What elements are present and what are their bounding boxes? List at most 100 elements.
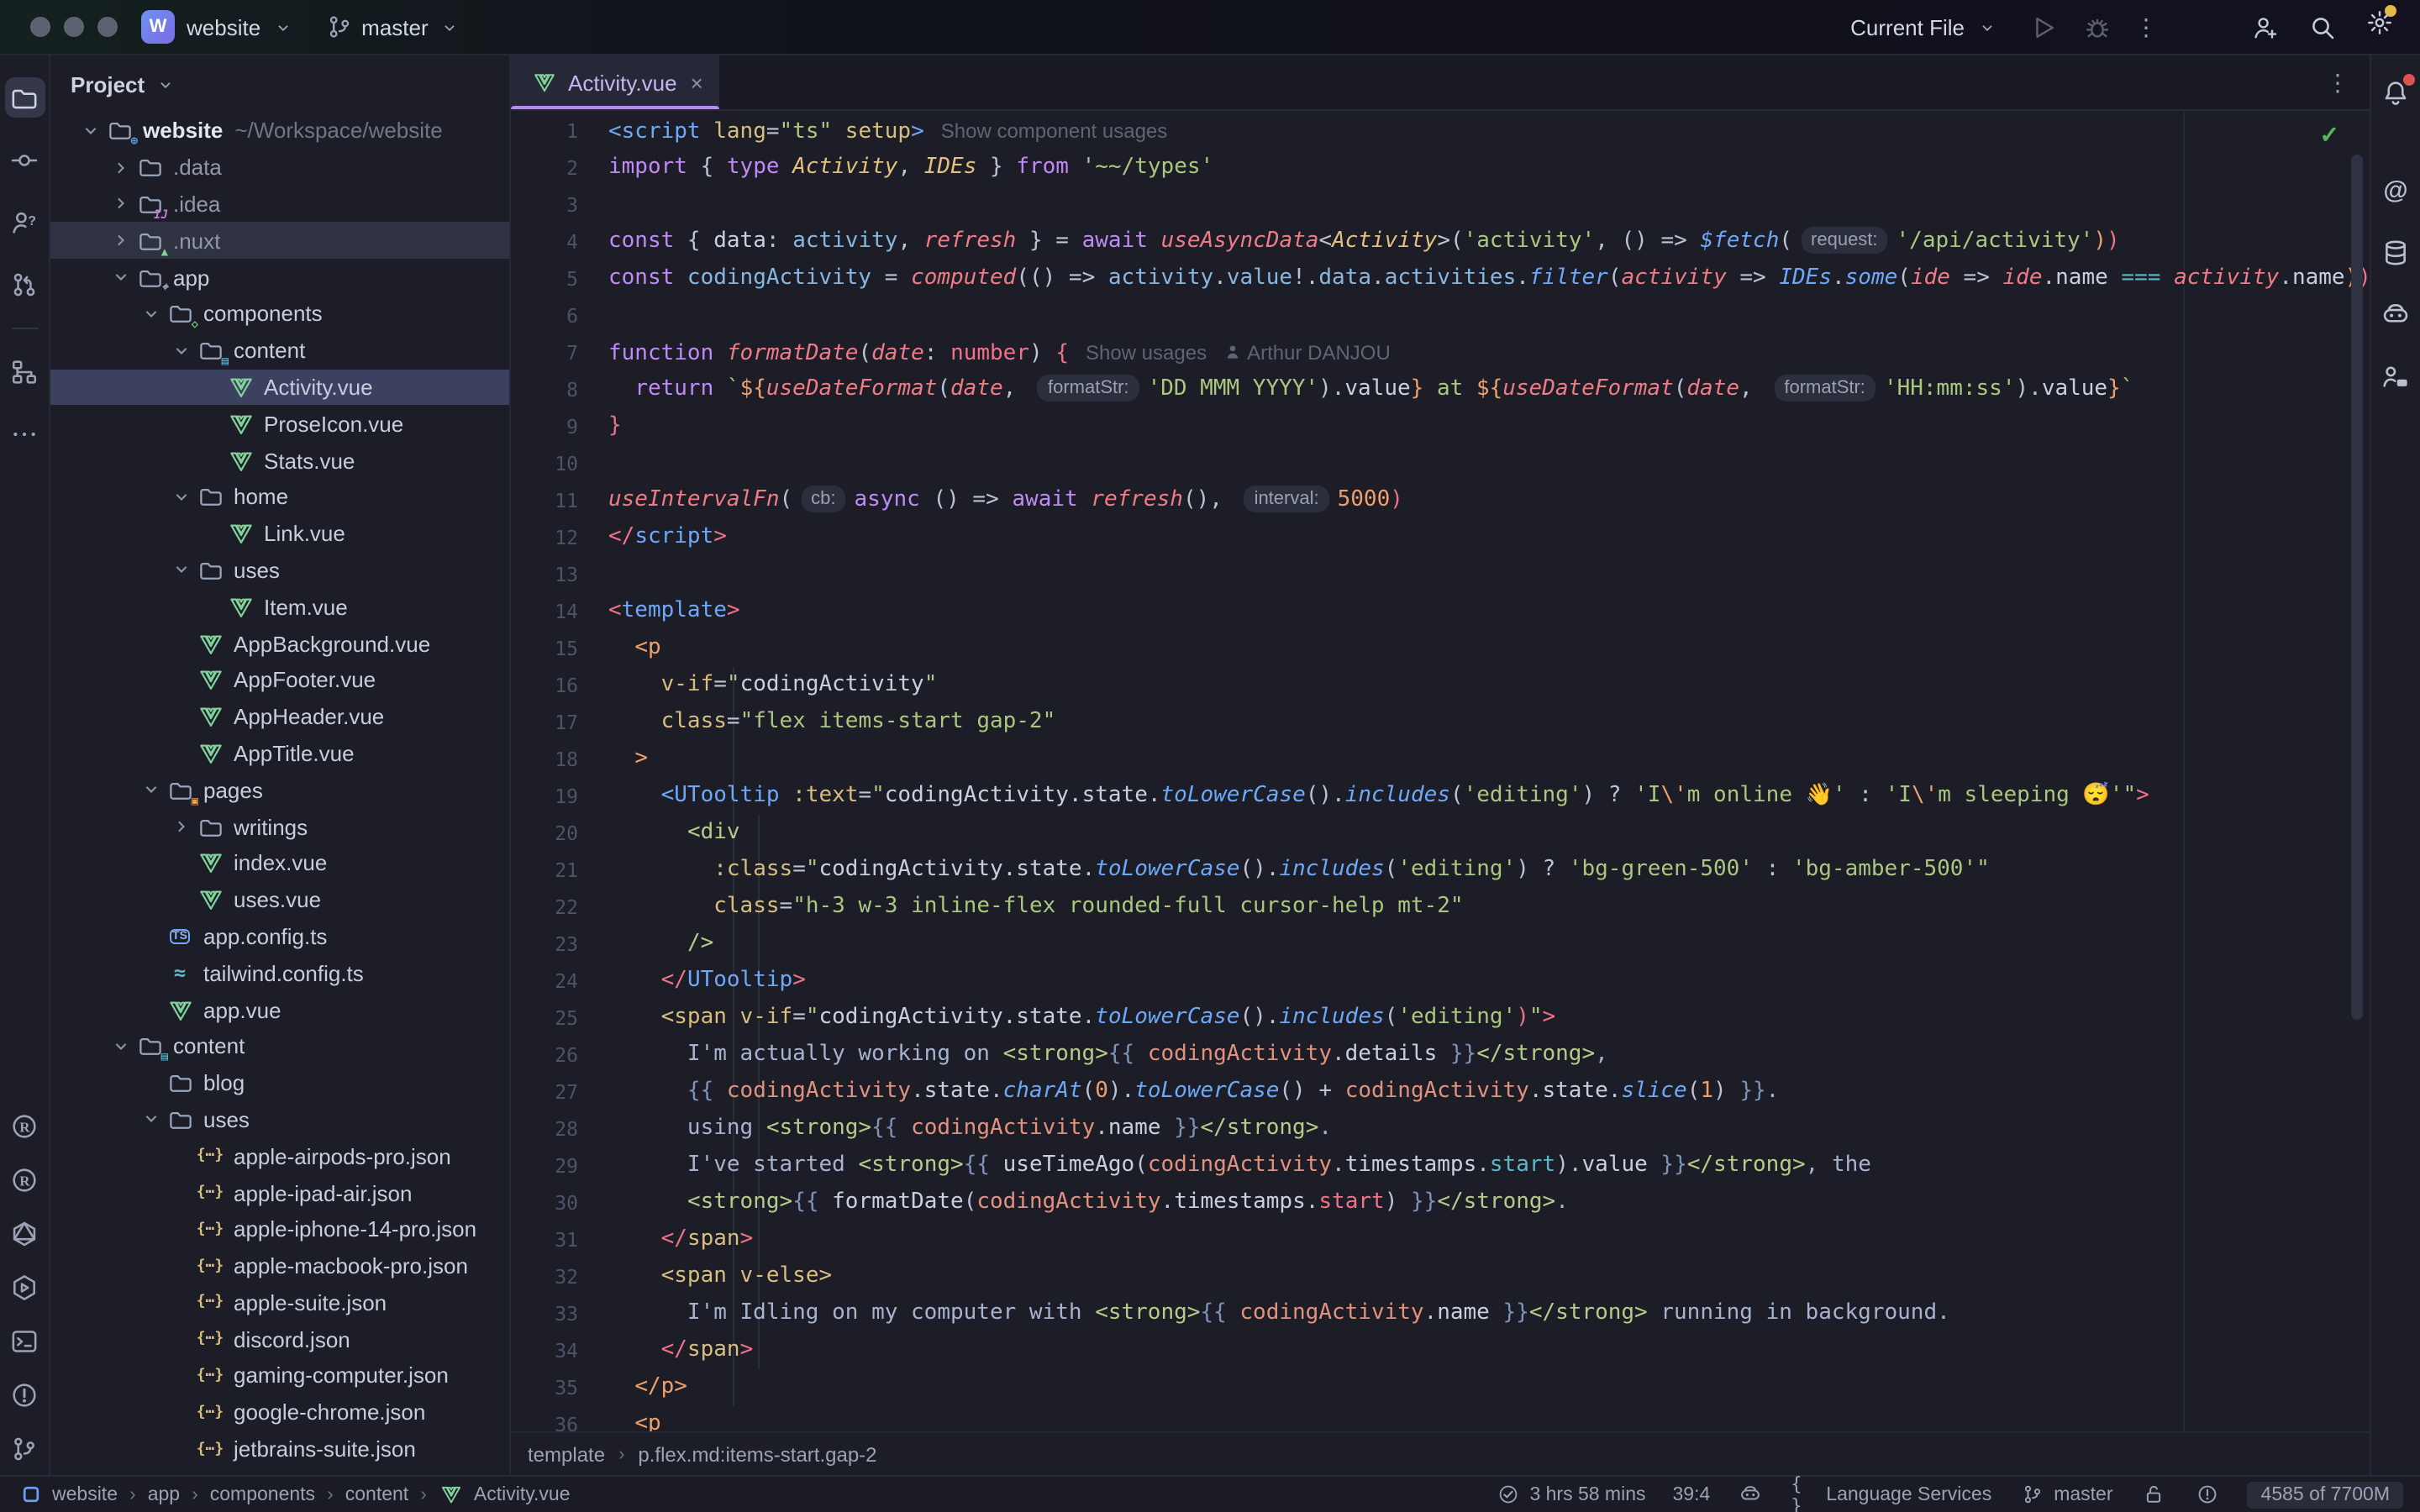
code-line[interactable]: import { type Activity, IDEs } from '~~/… (608, 150, 2370, 186)
code-line[interactable]: <UTooltip :text="codingActivity.state.to… (608, 778, 2370, 815)
tree-item-content[interactable]: ▤content (50, 1028, 509, 1065)
git-branch-icon[interactable] (4, 1428, 45, 1468)
code-line[interactable]: class="h-3 w-3 inline-flex rounded-full … (608, 889, 2370, 926)
tree-item-item-vue[interactable]: Item.vue (50, 589, 509, 626)
tree-item-apple-suite-json[interactable]: {⋯}apple-suite.json (50, 1284, 509, 1321)
code-line[interactable] (608, 556, 2370, 593)
run-icon[interactable] (2030, 13, 2057, 40)
inlay-hint[interactable]: interval: (1244, 486, 1329, 512)
code-with-me-icon[interactable] (2375, 356, 2416, 396)
vcs-branch[interactable]: master (2018, 1481, 2112, 1508)
tree-item-discord-json[interactable]: {⋯}discord.json (50, 1321, 509, 1358)
code-line[interactable]: </p> (608, 1369, 2370, 1406)
code-line[interactable]: useIntervalFn(cb:async () => await refre… (608, 482, 2370, 519)
tab-activity-vue[interactable]: Activity.vue × (511, 55, 720, 109)
highlighting-level[interactable] (2194, 1481, 2221, 1508)
statusbar-breadcrumb-components[interactable]: components (210, 1484, 315, 1504)
window-controls[interactable] (30, 17, 118, 37)
inlay-hint[interactable]: cb: (801, 486, 845, 512)
code-line[interactable]: const { data: activity, refresh } = awai… (608, 223, 2370, 260)
code-lines[interactable]: <script lang="ts" setup> Show component … (608, 113, 2370, 1431)
zoom-window-button[interactable] (97, 17, 118, 37)
more-actions-icon[interactable]: ⋮ (2134, 15, 2158, 39)
code-line[interactable]: const codingActivity = computed(() => ac… (608, 260, 2370, 297)
tree-item-activity-vue[interactable]: Activity.vue (50, 369, 509, 406)
tree-item-jetbrains-suite-json[interactable]: {⋯}jetbrains-suite.json (50, 1431, 509, 1467)
tree-item-uses[interactable]: uses (50, 1101, 509, 1138)
code-line[interactable]: I've started <strong>{{ useTimeAgo(codin… (608, 1147, 2370, 1184)
code-line[interactable]: <script lang="ts" setup> Show component … (608, 113, 2370, 150)
code-author-hint[interactable]: Arthur DANJOU (1223, 341, 1391, 365)
chevron-right-icon[interactable] (168, 818, 195, 835)
code-line[interactable]: </UTooltip> (608, 963, 2370, 1000)
tree-item-gaming-computer-json[interactable]: {⋯}gaming-computer.json (50, 1357, 509, 1394)
tree-item-pages[interactable]: ▣pages (50, 772, 509, 809)
add-user-icon[interactable] (2252, 13, 2279, 40)
editor-scrollbar[interactable] (2351, 155, 2363, 1020)
copilot-icon[interactable] (2375, 294, 2416, 334)
code-line[interactable]: :class="codingActivity.state.toLowerCase… (608, 852, 2370, 889)
breadcrumb-template[interactable]: template (528, 1442, 605, 1466)
uptime[interactable]: 3 hrs 58 mins (1494, 1481, 1645, 1508)
file-writable[interactable] (2140, 1481, 2167, 1508)
terminal-icon[interactable] (4, 1320, 45, 1361)
commit-icon[interactable] (4, 139, 45, 180)
code-line[interactable]: using <strong>{{ codingActivity.name }}<… (608, 1110, 2370, 1147)
pull-request-icon[interactable] (4, 264, 45, 304)
chevron-down-icon[interactable] (168, 342, 195, 359)
tree-item-appbackground-vue[interactable]: AppBackground.vue (50, 625, 509, 662)
chevron-down-icon[interactable] (168, 562, 195, 579)
tree-item-index-vue[interactable]: index.vue (50, 845, 509, 882)
code-line[interactable]: <div (608, 815, 2370, 852)
tree-item--data[interactable]: .data (50, 150, 509, 186)
tree-item-website[interactable]: ⊕website~/Workspace/website (50, 113, 509, 150)
run-configuration-selector[interactable]: Current File (1850, 13, 2000, 40)
code-line[interactable]: I'm actually working on <strong>{{ codin… (608, 1037, 2370, 1074)
minimize-window-button[interactable] (64, 17, 84, 37)
code-line[interactable]: > (608, 741, 2370, 778)
inlay-hint[interactable]: request: (1801, 227, 1888, 254)
project-folder-icon[interactable] (4, 77, 45, 118)
tree-item-google-chrome-json[interactable]: {⋯}google-chrome.json (50, 1394, 509, 1431)
structure-icon[interactable] (4, 351, 45, 391)
branch-selector[interactable]: master (326, 13, 463, 40)
close-window-button[interactable] (30, 17, 50, 37)
code-line[interactable]: <span v-if="codingActivity.state.toLower… (608, 1000, 2370, 1037)
chevron-down-icon[interactable] (77, 123, 104, 139)
chevron-right-icon[interactable] (108, 196, 134, 213)
tree-item-apple-macbook-pro-json[interactable]: {⋯}apple-macbook-pro.json (50, 1247, 509, 1284)
copilot-status[interactable] (1737, 1481, 1764, 1508)
tree-item-content[interactable]: ▤content (50, 333, 509, 370)
statusbar-breadcrumb-content[interactable]: content (345, 1484, 408, 1504)
code-line[interactable]: <p (608, 1406, 2370, 1431)
tree-item-uses[interactable]: uses (50, 552, 509, 589)
tree-item-link-vue[interactable]: Link.vue (50, 516, 509, 553)
chevron-down-icon[interactable] (108, 1038, 134, 1055)
code-line[interactable] (608, 186, 2370, 223)
chevron-down-icon[interactable] (138, 781, 165, 798)
editor-options-icon[interactable]: ⋮ (2326, 71, 2349, 94)
code-line[interactable]: function formatDate(date: number) { Show… (608, 334, 2370, 371)
code-line[interactable]: /> (608, 926, 2370, 963)
chevron-down-icon[interactable] (138, 306, 165, 323)
search-icon[interactable] (2309, 13, 2336, 40)
tree-item-app-vue[interactable]: app.vue (50, 991, 509, 1028)
tree-item--nuxt[interactable]: ▲.nuxt (50, 223, 509, 260)
user-help-icon[interactable]: ? (4, 202, 45, 242)
tree-item-uses-vue[interactable]: uses.vue (50, 881, 509, 918)
code-line[interactable]: <template> (608, 593, 2370, 630)
tree-item-proseicon-vue[interactable]: ProseIcon.vue (50, 406, 509, 443)
code-line[interactable]: <span v-else> (608, 1258, 2370, 1295)
code-line[interactable]: <p (608, 630, 2370, 667)
tree-item-apple-iphone-14-pro-json[interactable]: {⋯}apple-iphone-14-pro.json (50, 1211, 509, 1248)
tree-item-apple-ipad-air-json[interactable]: {⋯}apple-ipad-air.json (50, 1174, 509, 1211)
debug-icon[interactable] (2084, 13, 2111, 40)
tree-item-stats-vue[interactable]: Stats.vue (50, 442, 509, 479)
language-services[interactable]: { }Language Services (1791, 1481, 1991, 1508)
code-line[interactable]: <strong>{{ formatDate(codingActivity.tim… (608, 1184, 2370, 1221)
ai-assistant-icon[interactable]: @ (2375, 170, 2416, 210)
code-vision-hint[interactable]: Show usages (1069, 341, 1223, 365)
settings-button[interactable] (2366, 9, 2393, 45)
tree-item-components[interactable]: ◇components (50, 296, 509, 333)
tree-item-apptitle-vue[interactable]: AppTitle.vue (50, 735, 509, 772)
